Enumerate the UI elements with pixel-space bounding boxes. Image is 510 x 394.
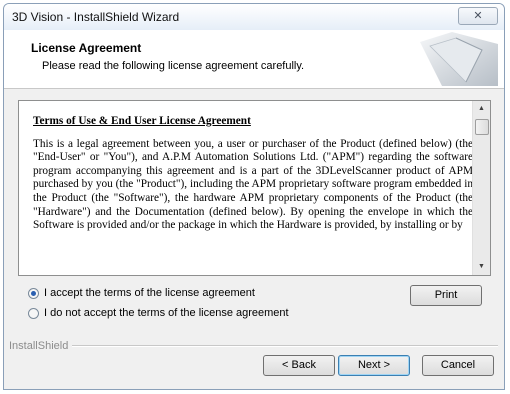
page-subtitle: Please read the following license agreem… xyxy=(42,60,305,72)
license-body: This is a legal agreement between you, a… xyxy=(33,137,473,232)
license-heading: Terms of Use & End User License Agreemen… xyxy=(33,115,251,127)
scroll-down-icon[interactable]: ▼ xyxy=(473,259,490,275)
cancel-button[interactable]: Cancel xyxy=(422,355,494,376)
page-title: License Agreement xyxy=(31,41,142,55)
accept-option[interactable]: I accept the terms of the license agreem… xyxy=(28,285,255,301)
scroll-thumb[interactable] xyxy=(475,119,489,135)
wizard-banner-icon xyxy=(420,32,498,86)
title-bar: 3D Vision - InstallShield Wizard ✕ xyxy=(4,4,504,30)
back-button[interactable]: < Back xyxy=(263,355,335,376)
installshield-divider: InstallShield xyxy=(9,340,498,352)
installshield-brand: InstallShield xyxy=(9,340,69,352)
wizard-header: License Agreement Please read the follow… xyxy=(4,30,504,89)
decline-option[interactable]: I do not accept the terms of the license… xyxy=(28,305,289,321)
installer-window: 3D Vision - InstallShield Wizard ✕ Licen… xyxy=(3,3,505,390)
decline-radio[interactable] xyxy=(28,307,39,319)
scroll-up-icon[interactable]: ▲ xyxy=(473,101,490,117)
window-title: 3D Vision - InstallShield Wizard xyxy=(12,10,180,24)
decline-label[interactable]: I do not accept the terms of the license… xyxy=(44,307,289,319)
accept-label[interactable]: I accept the terms of the license agreem… xyxy=(44,287,255,299)
vertical-scrollbar[interactable]: ▲ ▼ xyxy=(472,101,490,275)
accept-radio[interactable] xyxy=(28,287,39,299)
next-button[interactable]: Next > xyxy=(338,355,410,376)
print-button[interactable]: Print xyxy=(410,285,482,306)
close-button[interactable]: ✕ xyxy=(458,7,498,25)
close-icon: ✕ xyxy=(473,10,483,22)
divider-line xyxy=(72,345,498,347)
license-text-area[interactable]: Terms of Use & End User License Agreemen… xyxy=(18,100,491,276)
license-content: Terms of Use & End User License Agreemen… xyxy=(33,115,473,273)
